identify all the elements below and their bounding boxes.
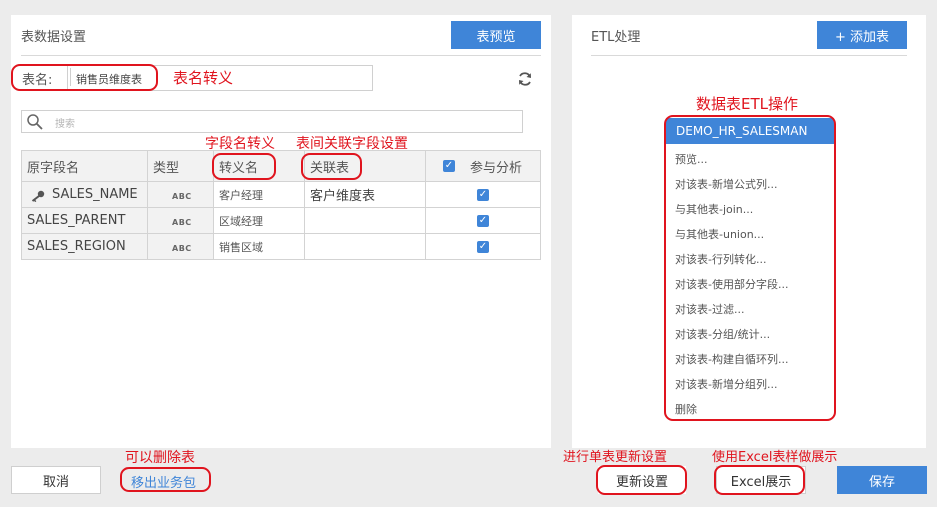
- etl-menu-highlight: [664, 115, 836, 421]
- table-cell-field: SALES_PARENT: [27, 213, 126, 228]
- divider: [591, 55, 907, 56]
- table-cell-field: SALES_NAME: [52, 187, 138, 202]
- annotation-remove: 可以删除表: [125, 450, 195, 466]
- annotation-update: 进行单表更新设置: [563, 450, 668, 465]
- update-highlight: [596, 465, 687, 495]
- table-settings-title: 表数据设置: [21, 30, 87, 45]
- relation-header-highlight: [301, 153, 362, 180]
- save-button[interactable]: 保存: [837, 466, 927, 494]
- search-icon: [26, 113, 44, 131]
- table-cell-type: ABC: [172, 243, 192, 253]
- add-table-button[interactable]: + 添加表: [817, 21, 907, 49]
- alias-header-highlight: [212, 153, 276, 180]
- etl-title: ETL处理: [591, 30, 641, 45]
- table-cell-field: SALES_REGION: [27, 239, 126, 254]
- refresh-icon[interactable]: [517, 71, 533, 87]
- table-cell-type: ABC: [172, 191, 192, 201]
- col-divider: [425, 151, 426, 259]
- search-placeholder: 搜索: [55, 119, 75, 130]
- col-header-type: 类型: [153, 160, 180, 176]
- table-cell-alias[interactable]: 客户经理: [214, 182, 263, 207]
- checkbox-checked-icon[interactable]: ✓: [443, 160, 455, 172]
- table-cell-type: ABC: [172, 217, 192, 227]
- table-cell-alias[interactable]: 区域经理: [214, 208, 263, 233]
- table-name-highlight: [11, 64, 158, 91]
- table-cell-relation[interactable]: 客户维度表: [310, 182, 375, 207]
- table-header: [22, 151, 540, 181]
- table-preview-button[interactable]: 表预览: [451, 21, 541, 49]
- col-header-field: 原字段名: [27, 160, 80, 176]
- annotation-etl: 数据表ETL操作: [696, 95, 798, 113]
- key-icon: [31, 187, 45, 203]
- row-checkbox[interactable]: ✓: [477, 189, 489, 201]
- row-checkbox[interactable]: ✓: [477, 241, 489, 253]
- remove-highlight: [120, 467, 211, 492]
- excel-highlight: [714, 465, 805, 495]
- row-checkbox[interactable]: ✓: [477, 215, 489, 227]
- table-cell-alias[interactable]: 销售区域: [214, 234, 263, 259]
- search-input[interactable]: [21, 110, 523, 133]
- annotation-table-name: 表名转义: [173, 69, 234, 87]
- col-header-analysis: 参与分析: [470, 160, 523, 176]
- divider: [21, 55, 541, 56]
- annotation-excel: 使用Excel表样做展示: [712, 450, 838, 465]
- cancel-button[interactable]: 取消: [11, 466, 101, 494]
